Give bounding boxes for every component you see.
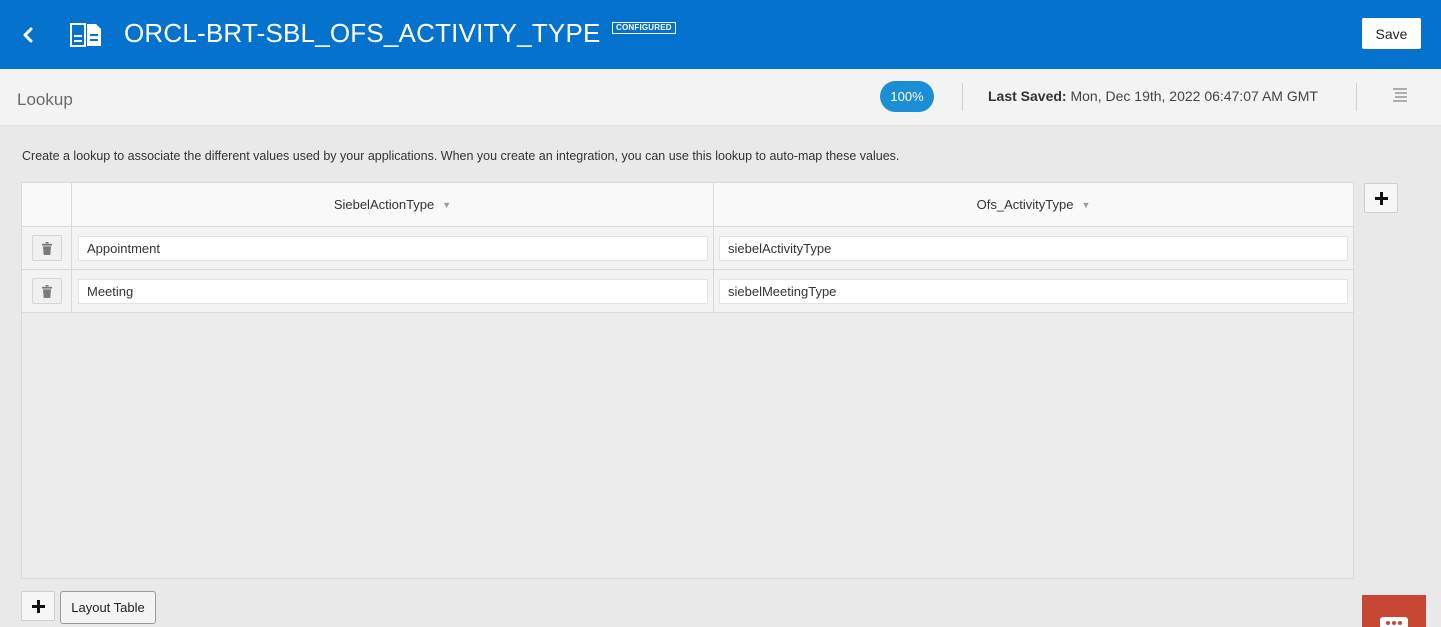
chevron-left-icon <box>23 27 33 43</box>
page-title: ORCL-BRT-SBL_OFS_ACTIVITY_TYPE <box>124 18 601 48</box>
delete-cell <box>22 227 71 269</box>
last-saved-value: Mon, Dec 19th, 2022 06:47:07 AM GMT <box>1070 88 1318 104</box>
table-header-row: SiebelActionType ▼ Ofs_ActivityType ▼ <box>22 183 1353 227</box>
column-header-siebelactiontype[interactable]: SiebelActionType ▼ <box>71 183 713 226</box>
delete-cell <box>22 270 71 312</box>
table-cell <box>713 270 1353 312</box>
progress-badge: 100% <box>880 81 934 112</box>
sort-down-icon: ▼ <box>442 199 452 210</box>
last-saved-info: Last Saved: Mon, Dec 19th, 2022 06:47:07… <box>988 88 1318 104</box>
plus-icon <box>31 599 45 613</box>
add-column-button[interactable] <box>1364 183 1398 213</box>
layout-table-button[interactable]: Layout Table <box>60 591 156 624</box>
siebelactiontype-input[interactable] <box>78 236 708 261</box>
divider <box>1356 83 1357 111</box>
divider <box>962 83 963 111</box>
table-cell <box>713 227 1353 269</box>
table-row <box>22 270 1353 313</box>
back-button[interactable] <box>16 22 40 48</box>
page-type-label: Lookup <box>17 90 73 109</box>
column-header-label: SiebelActionType <box>333 197 435 212</box>
top-header: ORCL-BRT-SBL_OFS_ACTIVITY_TYPE CONFIGURE… <box>0 0 1441 69</box>
trash-icon <box>41 284 52 298</box>
sort-down-icon: ▼ <box>1081 199 1091 210</box>
lookup-document-icon <box>70 23 101 47</box>
chat-bubble-icon <box>1380 617 1408 627</box>
table-row <box>22 227 1353 270</box>
save-button[interactable]: Save <box>1362 18 1421 49</box>
column-header-ofs-activitytype[interactable]: Ofs_ActivityType ▼ <box>713 183 1353 226</box>
table-cell <box>71 227 713 269</box>
hamburger-menu-icon[interactable] <box>1392 87 1408 103</box>
column-header-label: Ofs_ActivityType <box>976 197 1074 212</box>
sub-header: Lookup 100% Last Saved: Mon, Dec 19th, 2… <box>0 69 1441 126</box>
ofs-activitytype-input[interactable] <box>719 236 1348 261</box>
last-saved-label: Last Saved: <box>988 88 1067 104</box>
trash-icon <box>41 241 52 255</box>
status-badge: CONFIGURED <box>612 22 676 34</box>
add-row-button[interactable] <box>21 591 55 621</box>
plus-icon <box>1374 191 1388 205</box>
lookup-table: SiebelActionType ▼ Ofs_ActivityType ▼ <box>21 182 1354 579</box>
ofs-activitytype-input[interactable] <box>719 279 1348 304</box>
chat-button[interactable] <box>1362 595 1426 627</box>
delete-row-button[interactable] <box>31 278 62 304</box>
table-cell <box>71 270 713 312</box>
siebelactiontype-input[interactable] <box>78 279 708 304</box>
delete-row-button[interactable] <box>31 235 62 261</box>
lookup-description: Create a lookup to associate the differe… <box>22 149 900 163</box>
